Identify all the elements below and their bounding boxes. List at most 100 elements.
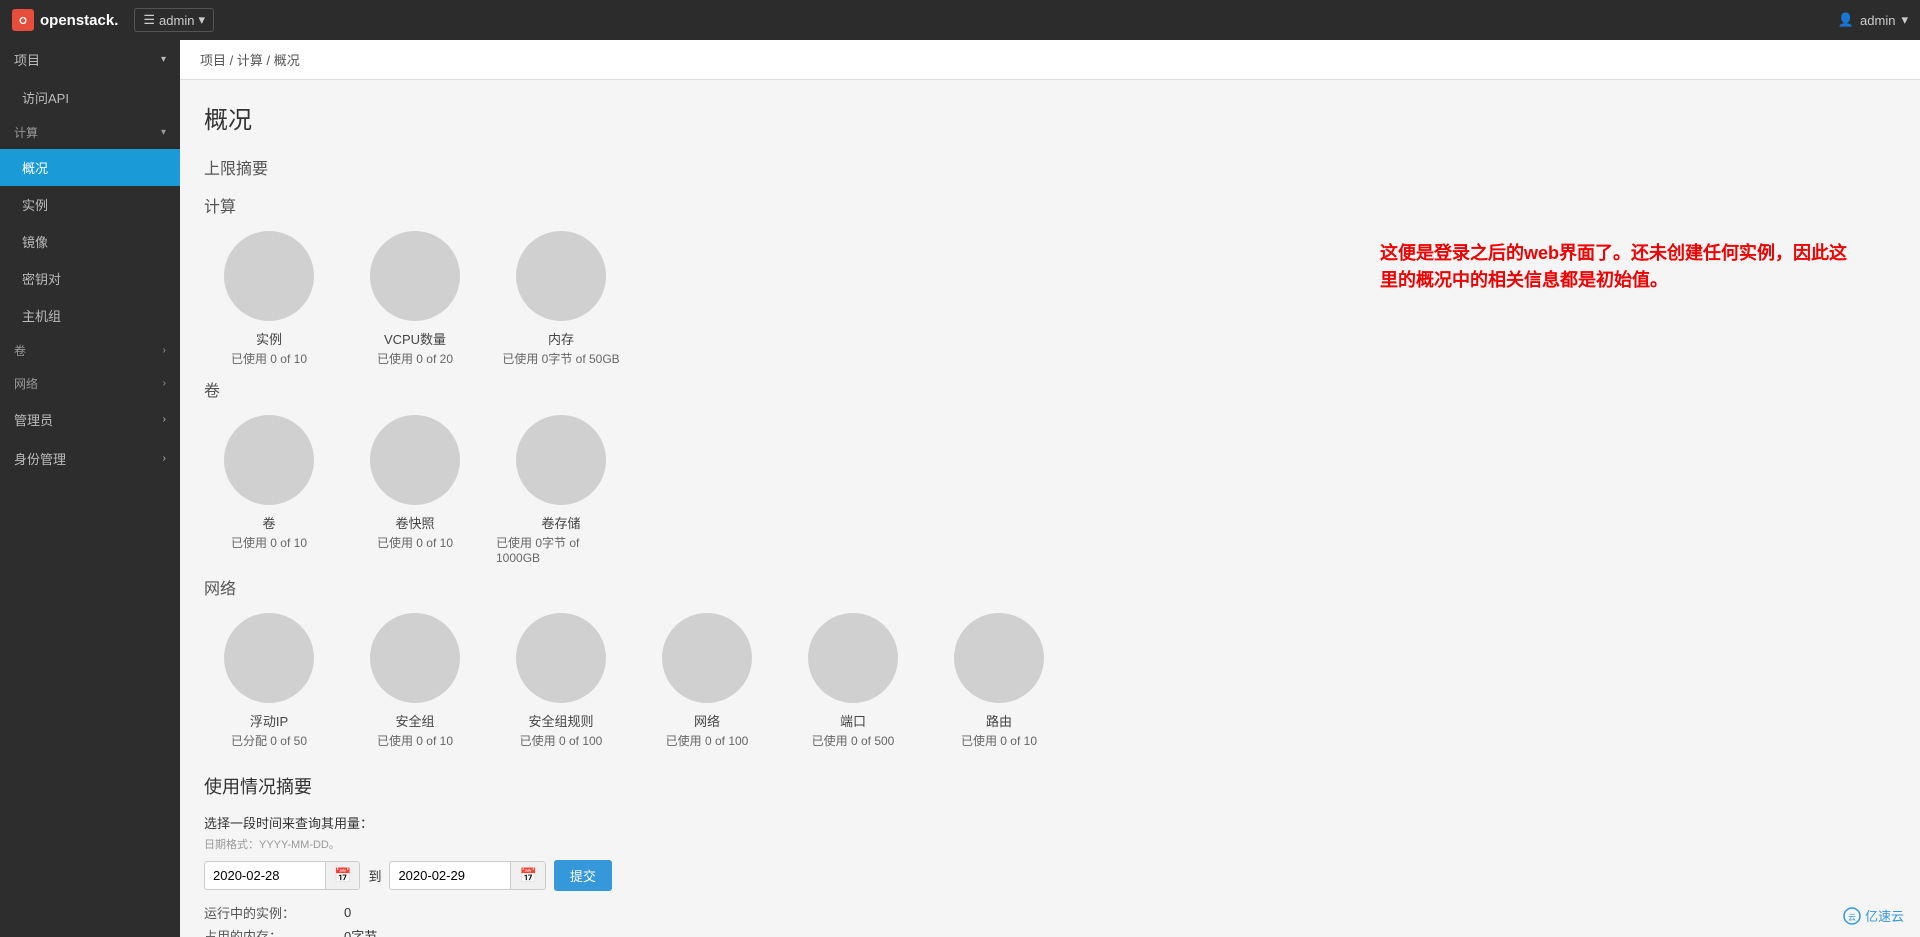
content-area: 项目 / 计算 / 概况 这便是登录之后的web界面了。还未创建任何实例，因此这… [180,40,1920,937]
running-instances-value: 0 [344,905,351,920]
date-row: 📅 到 📅 提交 [204,860,1896,891]
project-chevron-icon: ▾ [161,54,166,65]
compute-gauges: 实例 已使用 0 of 10 VCPU数量 已使用 0 of 20 内存 已使用… [204,231,1896,367]
sidebar-compute-header[interactable]: 计算 ▾ [0,116,180,149]
sidebar-volumes-label: 卷 [14,342,26,359]
svg-text:云: 云 [1848,913,1856,922]
gauge-circle [224,415,314,505]
network-section-label: 网络 [204,575,1896,599]
gauge-item: 浮动IP 已分配 0 of 50 [204,613,334,749]
logo-icon: 云 [1843,907,1861,925]
breadcrumb-part3: 概况 [274,53,300,68]
gauge-sub: 已使用 0 of 500 [812,732,895,749]
sidebar-project-label: 项目 [14,50,40,69]
sidebar-item-overview[interactable]: 概况 [0,149,180,186]
gauge-circle [370,613,460,703]
usage-query-label: 选择一段时间来查询其用量： [204,813,1896,832]
gauge-item: 端口 已使用 0 of 500 [788,613,918,749]
openstack-icon: O [12,9,34,31]
gauge-circle [954,613,1044,703]
breadcrumb-sep2: / [267,53,274,68]
gauge-label: 实例 [256,329,282,348]
gauge-item: 卷存储 已使用 0字节 of 1000GB [496,415,626,565]
user-menu[interactable]: 👤 admin ▾ [1838,12,1908,28]
bottom-logo: 云 亿速云 [1843,906,1904,925]
sidebar-item-images[interactable]: 镜像 [0,223,180,260]
gauge-item: 路由 已使用 0 of 10 [934,613,1064,749]
sidebar-item-instances[interactable]: 实例 [0,186,180,223]
usage-summary-title: 使用情况摘要 [204,773,1896,799]
running-instances-label: 运行中的实例： [204,903,344,922]
gauge-circle [662,613,752,703]
date-from-wrap: 📅 [204,861,360,890]
sidebar-identity-header[interactable]: 身份管理 › [0,439,180,478]
to-label: 到 [368,866,381,885]
gauge-sub: 已使用 0 of 10 [377,732,453,749]
date-from-calendar-button[interactable]: 📅 [325,862,359,889]
limit-summary-section: 上限摘要 计算 实例 已使用 0 of 10 VCPU数量 已使用 0 of 2… [204,155,1896,749]
sidebar-compute-label: 计算 [14,124,38,141]
gauge-label: 路由 [986,711,1012,730]
volumes-section-label: 卷 [204,377,1896,401]
compute-chevron-icon: ▾ [161,127,166,138]
page-content: 这便是登录之后的web界面了。还未创建任何实例，因此这里的概况中的相关信息都是初… [180,80,1920,937]
logo-text: openstack. [40,12,118,29]
usage-date-hint: 日期格式：YYYY-MM-DD。 [204,836,1896,852]
gauge-circle [516,613,606,703]
gauge-label: 网络 [694,711,720,730]
breadcrumb: 项目 / 计算 / 概况 [180,40,1920,80]
sidebar-item-access-api[interactable]: 访问API [0,79,180,116]
gauge-circle [516,415,606,505]
gauge-item: 卷快照 已使用 0 of 10 [350,415,480,565]
sidebar-network-label: 网络 [14,375,38,392]
project-chevron: ▾ [198,12,205,28]
svg-text:O: O [19,16,27,27]
network-chevron-icon: › [163,378,166,389]
gauge-label: 卷存储 [541,513,580,532]
gauge-circle [224,613,314,703]
gauge-item: 安全组 已使用 0 of 10 [350,613,480,749]
gauge-circle [808,613,898,703]
date-to-input[interactable] [390,863,510,888]
breadcrumb-part2: 计算 [237,53,263,68]
topbar-left: O openstack. ☰ admin ▾ [12,8,214,32]
memory-used-value: 0字节 [344,926,377,937]
gauge-label: 卷 [262,513,275,532]
gauge-label: 浮动IP [250,711,288,730]
user-icon: 👤 [1838,12,1854,28]
sidebar-identity-label: 身份管理 [14,449,66,468]
page-title: 概况 [204,100,1896,135]
date-from-input[interactable] [205,863,325,888]
gauge-sub: 已使用 0 of 20 [377,350,453,367]
sidebar-admin-header[interactable]: 管理员 › [0,400,180,439]
gauge-sub: 已使用 0字节 of 1000GB [496,534,626,565]
volumes-chevron-icon: › [163,345,166,356]
gauge-circle [370,415,460,505]
sidebar-project-header[interactable]: 项目 ▾ [0,40,180,79]
gauge-label: 安全组 [395,711,434,730]
gauge-item: 实例 已使用 0 of 10 [204,231,334,367]
date-to-wrap: 📅 [389,861,545,890]
sidebar-volumes-header[interactable]: 卷 › [0,334,180,367]
date-to-calendar-button[interactable]: 📅 [510,862,544,889]
submit-button[interactable]: 提交 [554,860,612,891]
sidebar-item-hostgroups[interactable]: 主机组 [0,297,180,334]
gauge-item: 安全组规则 已使用 0 of 100 [496,613,626,749]
gauge-label: 内存 [548,329,574,348]
running-instances-row: 运行中的实例： 0 [204,903,1896,922]
volumes-gauges: 卷 已使用 0 of 10 卷快照 已使用 0 of 10 卷存储 已使用 0字… [204,415,1896,565]
project-dropdown[interactable]: ☰ admin ▾ [134,8,214,32]
gauge-sub: 已使用 0 of 100 [666,732,749,749]
limit-summary-title: 上限摘要 [204,155,1896,179]
breadcrumb-part1: 项目 [200,53,226,68]
topbar-logo: O openstack. [12,9,118,31]
sidebar-item-keypairs[interactable]: 密钥对 [0,260,180,297]
main-layout: 项目 ▾ 访问API 计算 ▾ 概况 实例 镜像 密钥对 主机组 卷 › 网 [0,40,1920,937]
project-name: admin [159,13,194,28]
gauge-circle [370,231,460,321]
sidebar-network-header[interactable]: 网络 › [0,367,180,400]
gauge-label: 卷快照 [395,513,434,532]
gauge-label: 安全组规则 [528,711,593,730]
memory-used-row: 占用的内存： 0字节 [204,926,1896,937]
usage-summary-section: 使用情况摘要 选择一段时间来查询其用量： 日期格式：YYYY-MM-DD。 📅 … [204,773,1896,937]
